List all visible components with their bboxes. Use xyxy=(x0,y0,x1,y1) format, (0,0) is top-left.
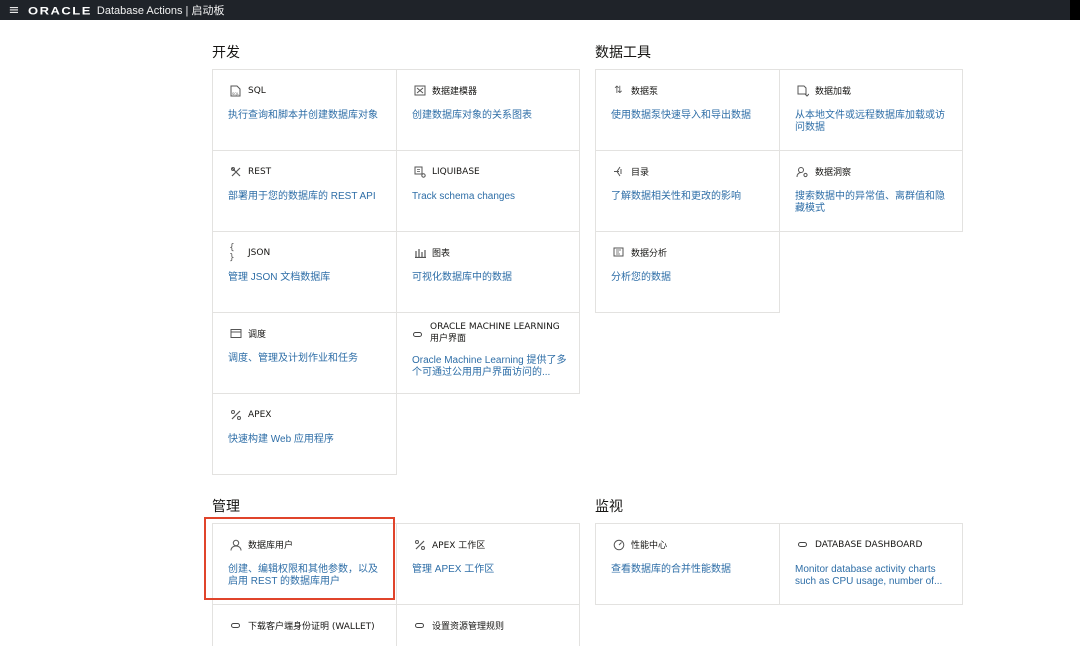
card-apex-desc[interactable]: 快速构建 Web 应用程序 xyxy=(228,434,384,446)
gauge-icon xyxy=(612,538,625,551)
analysis-icon xyxy=(612,246,625,259)
card-resource-mgmt[interactable]: 设置资源管理规则 xyxy=(396,604,580,646)
user-search-icon xyxy=(796,165,809,178)
card-resource-mgmt-title: 设置资源管理规则 xyxy=(432,622,505,632)
card-data-load-title: 数据加载 xyxy=(815,87,852,97)
card-data-analysis-title: 数据分析 xyxy=(631,249,668,259)
card-download-wallet[interactable]: 下载客户端身份证明 (WALLET) xyxy=(212,604,397,646)
card-catalog[interactable]: 目录 了解数据相关性和更改的影响 xyxy=(595,150,780,232)
app-title: Database Actions | 启动板 xyxy=(96,5,225,17)
card-db-dashboard[interactable]: DATABASE DASHBOARD Monitor database acti… xyxy=(779,523,963,605)
card-charts-desc[interactable]: 可视化数据库中的数据 xyxy=(412,272,567,284)
card-json-title: JSON xyxy=(248,247,271,258)
card-apex-workspace-title: APEX 工作区 xyxy=(432,541,486,551)
card-liquibase-desc[interactable]: Track schema changes xyxy=(412,191,567,203)
topbar-edge xyxy=(1070,0,1080,20)
card-apex[interactable]: APEX 快速构建 Web 应用程序 xyxy=(212,393,397,475)
data-load-icon xyxy=(796,84,809,97)
up-down-arrows-icon: ⇅ xyxy=(614,85,623,96)
card-data-insights[interactable]: 数据洞察 搜索数据中的异常值、离群值和隐藏模式 xyxy=(779,150,963,232)
rest-icon xyxy=(229,165,242,178)
card-catalog-title: 目录 xyxy=(631,168,650,178)
pill-icon xyxy=(411,328,424,341)
pill-icon xyxy=(796,538,809,551)
card-data-load-desc[interactable]: 从本地文件或远程数据库加载或访问数据 xyxy=(795,110,950,134)
card-data-pump[interactable]: ⇅ 数据泵 使用数据泵快速导入和导出数据 xyxy=(595,69,780,151)
card-charts-title: 图表 xyxy=(432,249,451,259)
card-data-pump-desc[interactable]: 使用数据泵快速导入和导出数据 xyxy=(611,110,767,122)
sql-icon: SQL xyxy=(229,84,242,97)
top-bar: ≡ ORACLE Database Actions | 启动板 xyxy=(0,0,1080,20)
bar-chart-icon xyxy=(413,246,426,259)
card-perf-hub[interactable]: 性能中心 查看数据库的合并性能数据 xyxy=(595,523,780,605)
apex-icon xyxy=(229,408,242,421)
card-json-desc[interactable]: 管理 JSON 文档数据库 xyxy=(228,272,384,284)
card-download-wallet-title: 下载客户端身份证明 (WALLET) xyxy=(248,622,375,632)
data-modeler-icon xyxy=(413,84,426,97)
liquibase-icon xyxy=(413,165,426,178)
card-oml[interactable]: ORACLE MACHINE LEARNING 用户界面 Oracle Mach… xyxy=(396,312,580,394)
oracle-logo[interactable]: ORACLE xyxy=(28,4,92,17)
card-db-dashboard-desc[interactable]: Monitor database activity charts such as… xyxy=(795,564,950,588)
section-title-monitor: 监视 xyxy=(595,499,623,515)
card-liquibase-title: LIQUIBASE xyxy=(432,166,480,177)
catalog-icon xyxy=(612,165,625,178)
card-data-insights-title: 数据洞察 xyxy=(815,168,852,178)
card-data-modeler-title: 数据建模器 xyxy=(432,87,478,97)
card-perf-hub-desc[interactable]: 查看数据库的合并性能数据 xyxy=(611,564,767,576)
card-charts[interactable]: 图表 可视化数据库中的数据 xyxy=(396,231,580,313)
hamburger-menu-icon[interactable]: ≡ xyxy=(0,3,28,18)
card-sql[interactable]: SQL SQL 执行查询和脚本并创建数据库对象 xyxy=(212,69,397,151)
section-title-develop: 开发 xyxy=(212,45,240,61)
section-title-data-tools: 数据工具 xyxy=(595,45,651,61)
calendar-icon xyxy=(229,327,242,340)
card-catalog-desc[interactable]: 了解数据相关性和更改的影响 xyxy=(611,191,767,203)
pill-icon xyxy=(413,619,426,632)
pill-icon xyxy=(229,619,242,632)
card-rest[interactable]: REST 部署用于您的数据库的 REST API xyxy=(212,150,397,232)
card-data-modeler-desc[interactable]: 创建数据库对象的关系图表 xyxy=(412,110,567,122)
card-scheduling-desc[interactable]: 调度、管理及计划作业和任务 xyxy=(228,353,384,365)
card-oml-desc[interactable]: Oracle Machine Learning 提供了多个可通过公用用户界面访问… xyxy=(412,355,569,379)
braces-icon: { } xyxy=(229,242,235,263)
card-rest-title: REST xyxy=(248,166,272,177)
card-data-load[interactable]: 数据加载 从本地文件或远程数据库加载或访问数据 xyxy=(779,69,963,151)
svg-text:SQL: SQL xyxy=(232,92,239,96)
card-apex-workspace-desc[interactable]: 管理 APEX 工作区 xyxy=(412,564,567,576)
card-scheduling-title: 调度 xyxy=(248,330,267,340)
card-apex-title: APEX xyxy=(248,409,272,420)
card-sql-title: SQL xyxy=(248,85,266,96)
section-title-admin: 管理 xyxy=(212,499,240,515)
apex-icon xyxy=(413,538,426,551)
card-data-pump-title: 数据泵 xyxy=(631,87,659,97)
card-sql-desc[interactable]: 执行查询和脚本并创建数据库对象 xyxy=(228,110,384,122)
card-apex-workspace[interactable]: APEX 工作区 管理 APEX 工作区 xyxy=(396,523,580,605)
card-liquibase[interactable]: LIQUIBASE Track schema changes xyxy=(396,150,580,232)
card-db-dashboard-title: DATABASE DASHBOARD xyxy=(815,539,923,550)
card-scheduling[interactable]: 调度 调度、管理及计划作业和任务 xyxy=(212,312,397,394)
card-data-analysis-desc[interactable]: 分析您的数据 xyxy=(611,272,767,284)
highlight-frame xyxy=(204,517,395,600)
card-data-insights-desc[interactable]: 搜索数据中的异常值、离群值和隐藏模式 xyxy=(795,191,950,215)
card-data-modeler[interactable]: 数据建模器 创建数据库对象的关系图表 xyxy=(396,69,580,151)
card-json[interactable]: { } JSON 管理 JSON 文档数据库 xyxy=(212,231,397,313)
card-rest-desc[interactable]: 部署用于您的数据库的 REST API xyxy=(228,191,384,203)
card-oml-title: ORACLE MACHINE LEARNING 用户界面 xyxy=(430,322,560,344)
card-perf-hub-title: 性能中心 xyxy=(631,541,668,551)
card-data-analysis[interactable]: 数据分析 分析您的数据 xyxy=(595,231,780,313)
